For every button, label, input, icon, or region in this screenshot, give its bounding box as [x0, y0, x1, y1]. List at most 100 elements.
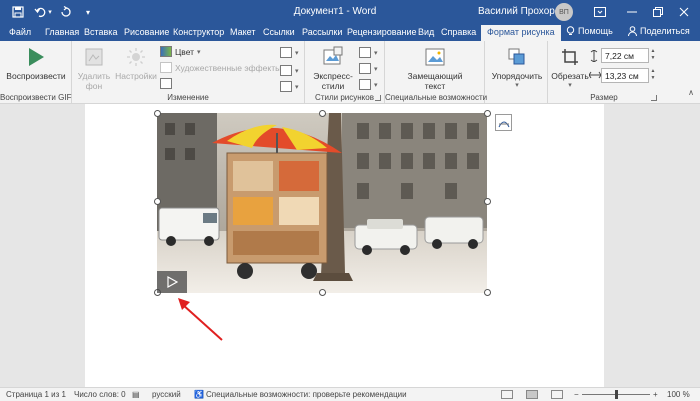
- tab-view[interactable]: Вид: [418, 27, 434, 37]
- resize-handle-top-right[interactable]: [484, 110, 491, 117]
- user-name[interactable]: Василий Прохоров: [478, 6, 566, 17]
- share-button[interactable]: Поделиться: [628, 26, 690, 36]
- corrections-button[interactable]: Настройки: [114, 45, 158, 81]
- group-label-styles: Стили рисунков: [315, 93, 374, 102]
- picture-effects-icon: [359, 63, 371, 74]
- web-layout-icon[interactable]: [551, 390, 563, 399]
- quick-styles-button[interactable]: Экспресс-стили: [309, 45, 357, 91]
- alt-text-button[interactable]: Замещающий текст: [405, 45, 465, 91]
- arrange-icon: [505, 45, 529, 69]
- tell-me-button[interactable]: Помощь: [566, 26, 613, 36]
- print-layout-icon[interactable]: [526, 390, 538, 399]
- group-size: Обрезать ▾ ▲▼ ▲▼ Размер: [548, 41, 660, 104]
- selected-picture[interactable]: [157, 113, 487, 293]
- tell-me-label: Помощь: [578, 26, 613, 36]
- color-label: Цвет: [175, 46, 195, 57]
- chevron-down-icon: ▾: [568, 82, 572, 89]
- play-icon: [167, 276, 178, 288]
- tab-review[interactable]: Рецензирование: [347, 27, 417, 37]
- tab-home[interactable]: Главная: [45, 27, 79, 37]
- zoom-level[interactable]: 100 %: [667, 390, 690, 399]
- avatar[interactable]: ВП: [555, 3, 573, 21]
- quick-styles-label: Экспресс-стили: [313, 71, 353, 91]
- artistic-effects-button[interactable]: Художественные эффекты ▾: [160, 62, 288, 73]
- chevron-down-icon: ▾: [515, 82, 519, 89]
- collapse-ribbon-icon[interactable]: ∧: [688, 88, 694, 97]
- alt-text-label: Замещающий текст: [407, 71, 463, 91]
- change-picture-icon: [280, 65, 292, 76]
- page-count[interactable]: Страница 1 из 1: [6, 390, 66, 399]
- compress-pictures-icon: [160, 78, 172, 89]
- height-input[interactable]: [601, 48, 649, 63]
- zoom-in-button[interactable]: +: [653, 390, 658, 399]
- title-bar: ▾ ▾ Документ1 - Word Василий Прохоров ВП: [0, 0, 700, 24]
- accessibility-icon: ♿: [194, 390, 204, 399]
- color-button[interactable]: Цвет ▾: [160, 46, 201, 57]
- tab-references[interactable]: Ссылки: [263, 27, 295, 37]
- arrange-button[interactable]: Упорядочить ▾: [488, 45, 546, 91]
- remove-background-label: Удалить фон: [77, 71, 111, 91]
- artistic-effects-icon: [160, 62, 172, 73]
- group-label-accessibility: Специальные возможности: [385, 93, 488, 102]
- zoom-slider-thumb[interactable]: [615, 390, 618, 399]
- alt-text-icon: [423, 45, 447, 69]
- word-count[interactable]: Число слов: 0: [74, 390, 126, 399]
- group-label-gif: Воспроизвести GIF: [0, 93, 72, 102]
- ribbon-display-options-icon[interactable]: [590, 3, 610, 21]
- size-dialog-launcher-icon[interactable]: [651, 95, 657, 101]
- remove-background-button[interactable]: Удалить фон: [76, 45, 112, 91]
- customize-qat-icon[interactable]: ▾: [80, 4, 96, 20]
- play-gif-label: Воспроизвести: [6, 71, 66, 81]
- proofing-icon[interactable]: ▤: [132, 390, 140, 399]
- group-play-gif: Воспроизвести Воспроизвести GIF: [0, 41, 72, 104]
- tab-file[interactable]: Файл: [9, 27, 31, 37]
- artistic-effects-label: Художественные эффекты: [175, 62, 282, 73]
- tab-design[interactable]: Конструктор: [173, 27, 224, 37]
- change-picture-button[interactable]: ▾: [280, 65, 299, 76]
- person-icon: [628, 26, 637, 36]
- picture-layout-button[interactable]: ▾: [359, 79, 378, 90]
- lightbulb-icon: [566, 26, 575, 35]
- resize-handle-bottom[interactable]: [319, 289, 326, 296]
- tab-layout[interactable]: Макет: [230, 27, 255, 37]
- picture-layout-icon: [359, 79, 371, 90]
- height-spinner[interactable]: ▲ ▼: [649, 48, 657, 63]
- read-mode-icon[interactable]: [501, 390, 513, 399]
- styles-dialog-launcher-icon[interactable]: [375, 95, 381, 101]
- save-icon[interactable]: [10, 4, 26, 20]
- street-scene-image: [157, 113, 487, 293]
- tab-help[interactable]: Справка: [441, 27, 476, 37]
- language[interactable]: русский: [152, 390, 181, 399]
- transparency-button[interactable]: ▾: [280, 47, 299, 58]
- redo-icon[interactable]: [58, 4, 74, 20]
- zoom-out-button[interactable]: −: [574, 390, 579, 399]
- resize-handle-left[interactable]: [154, 198, 161, 205]
- close-icon[interactable]: [674, 3, 694, 21]
- tab-picture-format[interactable]: Формат рисунка: [481, 25, 561, 41]
- resize-handle-top[interactable]: [319, 110, 326, 117]
- tab-insert[interactable]: Вставка: [84, 27, 117, 37]
- minimize-icon[interactable]: [622, 3, 642, 21]
- play-gif-button[interactable]: Воспроизвести: [6, 45, 66, 81]
- tab-draw[interactable]: Рисование: [124, 27, 169, 37]
- picture-effects-button[interactable]: ▾: [359, 63, 378, 74]
- resize-handle-bottom-right[interactable]: [484, 289, 491, 296]
- width-spinner[interactable]: ▲ ▼: [649, 68, 657, 83]
- accessibility-status[interactable]: Специальные возможности: проверьте реком…: [206, 390, 407, 399]
- layout-options-icon[interactable]: [495, 114, 512, 131]
- restore-icon[interactable]: [648, 3, 668, 21]
- crop-icon: [558, 45, 582, 69]
- group-label-size: Размер: [590, 93, 618, 102]
- undo-dropdown-icon[interactable]: ▾: [46, 4, 54, 20]
- compress-pictures-button[interactable]: [160, 78, 172, 89]
- crop-button[interactable]: Обрезать ▾: [550, 45, 590, 91]
- transparency-icon: [280, 47, 292, 58]
- resize-handle-right[interactable]: [484, 198, 491, 205]
- width-input[interactable]: [601, 68, 649, 83]
- picture-border-button[interactable]: ▾: [359, 47, 378, 58]
- tab-mailings[interactable]: Рассылки: [302, 27, 342, 37]
- reset-picture-button[interactable]: ▾: [280, 81, 299, 92]
- resize-handle-top-left[interactable]: [154, 110, 161, 117]
- reset-picture-icon: [280, 81, 292, 92]
- share-label: Поделиться: [640, 26, 690, 36]
